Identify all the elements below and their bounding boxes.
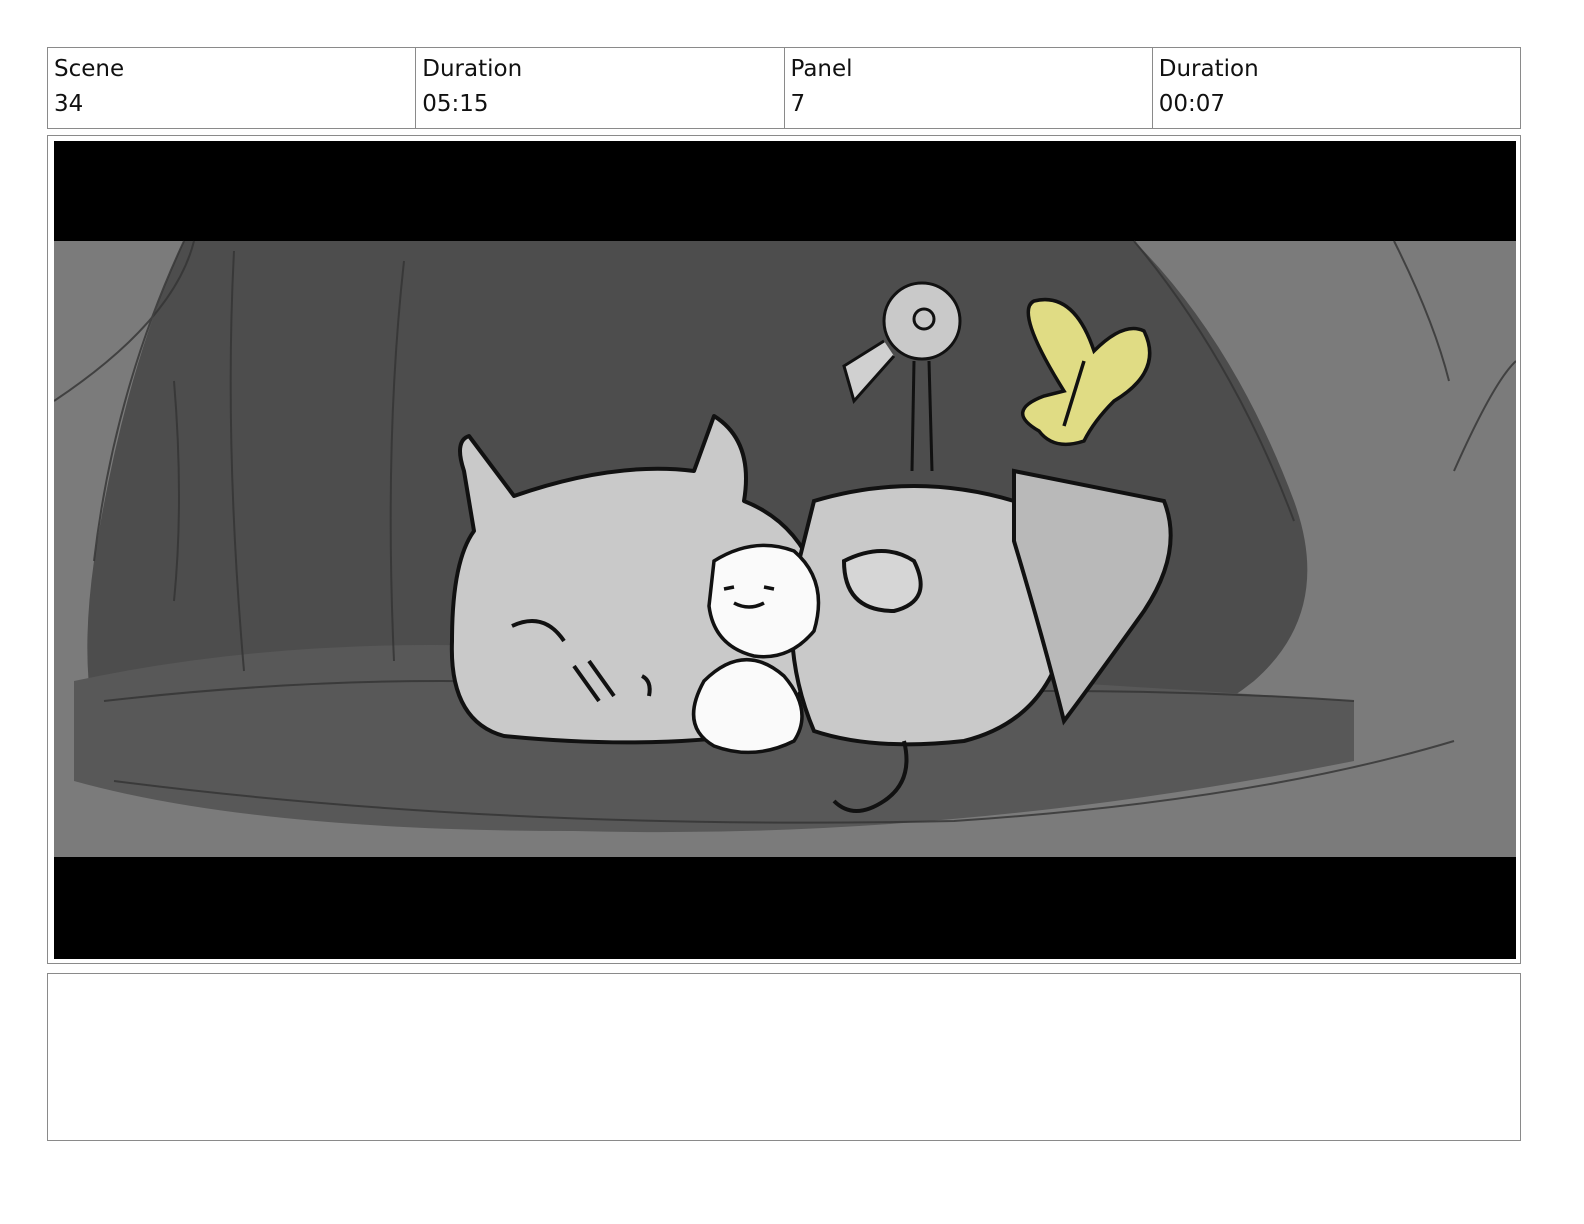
panel-sketch	[54, 141, 1516, 959]
scene-duration-cell: Duration 05:15	[415, 48, 783, 128]
panel-duration-label: Duration	[1158, 56, 1259, 82]
scene-duration-value: 05:15	[422, 91, 489, 117]
scene-duration-label: Duration	[422, 56, 523, 82]
storyboard-header: Scene 34 Duration 05:15 Panel 7 Duration…	[47, 47, 1521, 129]
storyboard-panel-frame	[47, 135, 1521, 964]
scene-cell: Scene 34	[48, 48, 415, 128]
panel-duration-value: 00:07	[1158, 91, 1226, 117]
scene-value: 34	[54, 91, 84, 117]
panel-label: Panel	[790, 56, 853, 82]
panel-duration-cell: Duration 00:07	[1151, 48, 1520, 128]
letterbox-top	[54, 141, 1516, 241]
scene-label: Scene	[54, 56, 125, 82]
panel-cell: Panel 7	[783, 48, 1152, 128]
panel-value: 7	[790, 91, 806, 117]
letterbox-bottom	[54, 857, 1516, 959]
panel-notes-box[interactable]	[47, 973, 1521, 1141]
storyboard-panel-image	[54, 141, 1516, 959]
